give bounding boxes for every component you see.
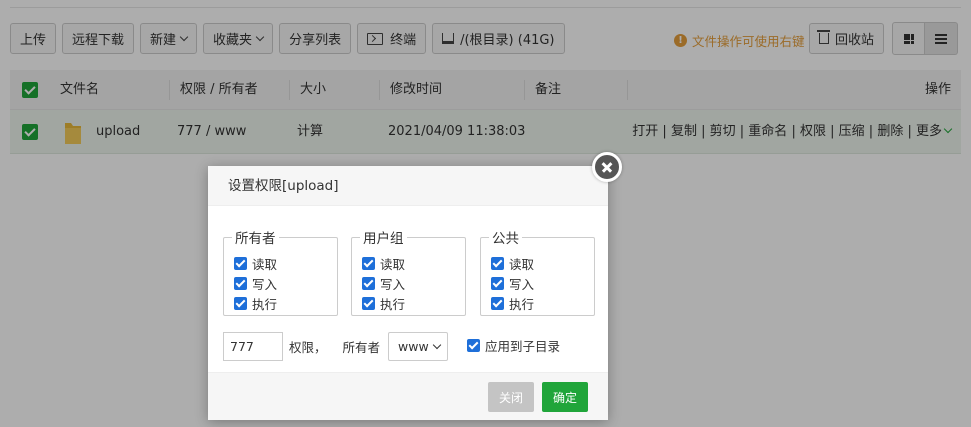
permission-dialog: 设置权限[upload] 所有者 读取 写入 执行 用户组 读取 写入 执行 公… [208, 166, 608, 420]
checkbox-checked-icon [467, 339, 481, 352]
group-execute-checkbox[interactable]: 执行 [362, 293, 465, 313]
checkbox-checked-icon [362, 276, 375, 290]
checkbox-checked-icon [234, 296, 247, 310]
checkbox-label: 执行 [380, 296, 406, 312]
checkbox-label: 读取 [252, 256, 278, 272]
permission-input[interactable] [223, 332, 283, 361]
dialog-title: 设置权限[upload] [208, 166, 608, 206]
public-write-checkbox[interactable]: 写入 [491, 273, 594, 293]
checkbox-checked-icon [491, 296, 504, 310]
public-permission-group: 公共 读取 写入 执行 [480, 227, 595, 316]
checkbox-label: 写入 [380, 276, 406, 292]
public-group-legend: 公共 [492, 231, 519, 247]
checkbox-checked-icon [491, 276, 504, 290]
close-button[interactable]: 关闭 [488, 382, 534, 412]
checkbox-label: 执行 [509, 296, 535, 312]
checkbox-label: 执行 [252, 296, 278, 312]
group-read-checkbox[interactable]: 读取 [362, 253, 465, 273]
checkbox-checked-icon [362, 256, 375, 270]
apply-subdir-checkbox[interactable]: 应用到子目录 [467, 336, 560, 356]
chevron-down-icon [432, 340, 442, 350]
group-write-checkbox[interactable]: 写入 [362, 273, 465, 293]
public-read-checkbox[interactable]: 读取 [491, 253, 594, 273]
public-execute-checkbox[interactable]: 执行 [491, 293, 594, 313]
checkbox-label: 写入 [252, 276, 278, 292]
checkbox-checked-icon [234, 256, 247, 270]
close-icon[interactable] [592, 152, 622, 182]
owner-select[interactable]: www [388, 332, 449, 361]
owner-label: 所有者 [342, 340, 381, 355]
owner-group-legend: 所有者 [235, 231, 276, 247]
checkbox-checked-icon [491, 256, 504, 270]
checkbox-checked-icon [234, 276, 247, 290]
owner-execute-checkbox[interactable]: 执行 [234, 293, 337, 313]
permission-label: 权限， [289, 340, 327, 355]
checkbox-checked-icon [362, 296, 375, 310]
permission-value-row: 权限， 所有者 www 应用到子目录 [223, 332, 560, 361]
confirm-button[interactable]: 确定 [542, 382, 588, 412]
owner-select-value: www [398, 339, 429, 354]
checkbox-label: 写入 [509, 276, 535, 292]
owner-permission-group: 所有者 读取 写入 执行 [223, 227, 338, 316]
apply-subdir-label: 应用到子目录 [485, 339, 561, 354]
dialog-footer: 关闭 确定 [208, 372, 608, 420]
checkbox-label: 读取 [509, 256, 535, 272]
group-permission-group: 用户组 读取 写入 执行 [351, 227, 466, 316]
usergroup-legend: 用户组 [363, 231, 404, 247]
owner-write-checkbox[interactable]: 写入 [234, 273, 337, 293]
owner-read-checkbox[interactable]: 读取 [234, 253, 337, 273]
checkbox-label: 读取 [380, 256, 406, 272]
